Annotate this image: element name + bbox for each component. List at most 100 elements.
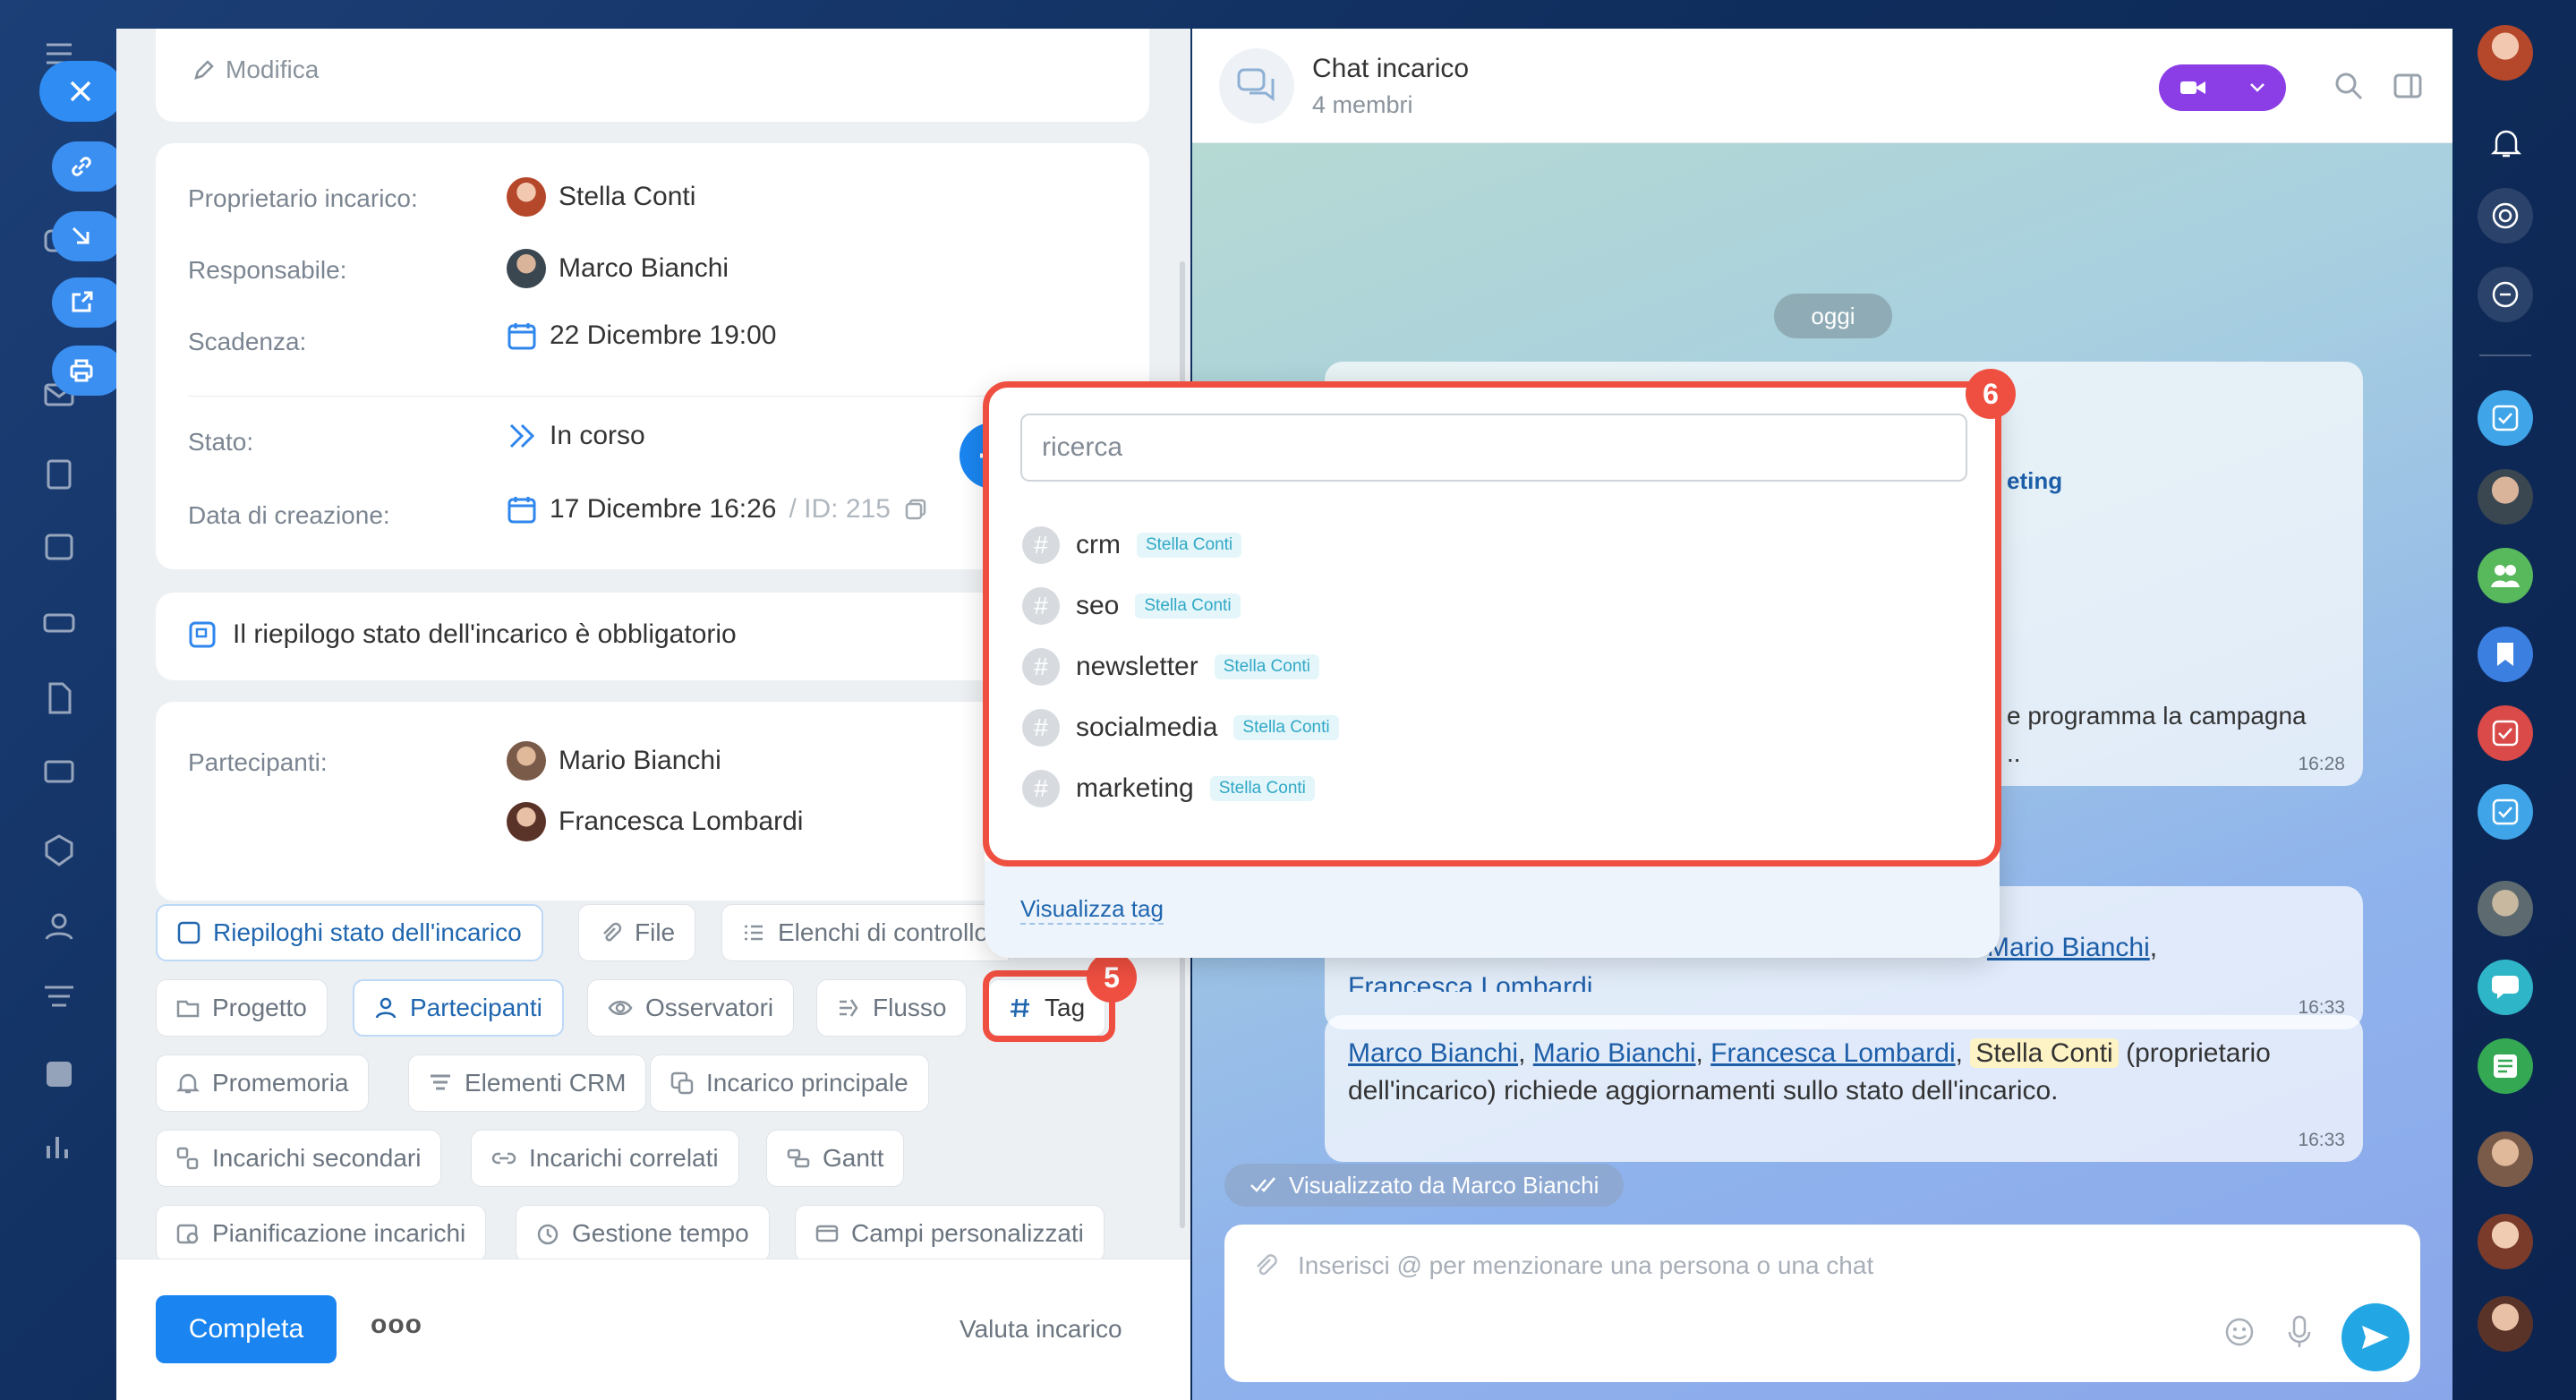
rate-task-link[interactable]: Valuta incarico: [960, 1315, 1122, 1344]
owner-value[interactable]: Stella Conti: [507, 177, 695, 217]
print-button[interactable]: [52, 346, 124, 396]
search-icon[interactable]: [2333, 70, 2365, 102]
right-sidebar: [2452, 0, 2576, 1400]
contacts-icon[interactable]: [41, 909, 79, 946]
chip-time-tracking[interactable]: Gestione tempo: [516, 1205, 770, 1262]
avatar: [507, 802, 546, 841]
avatar: [507, 741, 546, 781]
field-icon: [815, 1222, 839, 1245]
recent-chat-avatar[interactable]: [2478, 469, 2533, 525]
participant-item[interactable]: Francesca Lombardi: [507, 802, 803, 841]
chip-participants[interactable]: Partecipanti: [353, 979, 564, 1037]
mention-link[interactable]: Francesca Lombardi.: [1348, 972, 1600, 992]
message-fragment: dell'incarico) richiede aggiornamenti su…: [1348, 1076, 2059, 1105]
chip-parent-task[interactable]: Incarico principale: [650, 1054, 929, 1112]
message-time: 16:28: [2298, 754, 2345, 774]
chip-crm[interactable]: Elementi CRM: [408, 1054, 647, 1112]
mention-link[interactable]: Mario Bianchi: [1987, 933, 2150, 962]
pencil-icon: [192, 57, 217, 82]
paperclip-icon: [599, 921, 622, 944]
responsible-value[interactable]: Marco Bianchi: [507, 249, 729, 288]
chip-reminders[interactable]: Promemoria: [156, 1054, 370, 1112]
chip-project[interactable]: Progetto: [156, 979, 328, 1037]
open-channels-button[interactable]: [2478, 267, 2533, 322]
mention-self[interactable]: Stella Conti: [1970, 1038, 2119, 1068]
send-button[interactable]: [2341, 1303, 2410, 1371]
responsible-name: Marco Bianchi: [559, 253, 729, 283]
view-tags-link[interactable]: Visualizza tag: [1020, 895, 1164, 925]
chip-checklists[interactable]: Elenchi di controllo: [721, 904, 1010, 961]
summary-icon: [177, 921, 200, 944]
recent-chat[interactable]: [2478, 784, 2533, 840]
analytics-icon[interactable]: [41, 1128, 79, 1165]
chip-custom-fields[interactable]: Campi personalizzati: [795, 1205, 1105, 1262]
bell-icon: [176, 1071, 200, 1095]
complete-button[interactable]: Completa: [156, 1295, 337, 1363]
recent-chat[interactable]: [2478, 390, 2533, 446]
parent-task-icon: [670, 1071, 694, 1095]
drive-icon[interactable]: [41, 604, 79, 642]
more-button[interactable]: ooo: [371, 1310, 422, 1340]
chip-summaries[interactable]: Riepiloghi stato dell'incarico: [156, 904, 543, 961]
chat-title: Chat incarico: [1312, 54, 1470, 83]
microphone-icon[interactable]: [2286, 1314, 2313, 1350]
chip-observers[interactable]: Osservatori: [587, 979, 795, 1037]
copy-icon[interactable]: [903, 497, 928, 522]
chat-members[interactable]: 4 membri: [1312, 91, 1413, 119]
chip-subtasks[interactable]: Incarichi secondari: [156, 1130, 442, 1187]
filter-icon[interactable]: [41, 980, 79, 1018]
video-call-button[interactable]: [2159, 64, 2286, 111]
calendar-icon[interactable]: [41, 528, 79, 566]
crm-icon: [429, 1071, 452, 1095]
recent-chat[interactable]: [2478, 627, 2533, 682]
news-icon: [2492, 1053, 2519, 1080]
recent-chat-avatar[interactable]: [2478, 1296, 2533, 1352]
edit-label: Modifica: [226, 55, 320, 83]
paperclip-icon[interactable]: [1251, 1251, 1278, 1278]
chip-planning[interactable]: Pianificazione incarichi: [156, 1205, 487, 1262]
recent-chat-avatar[interactable]: [2478, 1131, 2533, 1187]
message-text: Marco Bianchi, Mario Bianchi, Francesca …: [1348, 1038, 2271, 1105]
copy-link-button[interactable]: [52, 141, 124, 192]
bell-icon[interactable]: [2490, 127, 2522, 159]
deadline-value[interactable]: 22 Dicembre 19:00: [507, 320, 776, 351]
emoji-icon[interactable]: [2223, 1316, 2256, 1348]
chip-label: Progetto: [212, 994, 307, 1021]
mention-link[interactable]: Marco Bianchi: [1348, 1038, 1518, 1068]
sidebar-toggle-icon[interactable]: [2392, 70, 2424, 102]
date-separator: oggi: [1774, 294, 1892, 338]
edit-button[interactable]: Modifica: [192, 55, 319, 84]
copilot-button[interactable]: [2478, 188, 2533, 243]
recent-chat[interactable]: [2478, 1038, 2533, 1094]
shield-icon[interactable]: [41, 832, 79, 870]
mention-link[interactable]: Mario Bianchi: [1533, 1038, 1696, 1068]
chip-gantt[interactable]: Gantt: [766, 1130, 905, 1187]
seen-by-text: Visualizzato da Marco Bianchi: [1289, 1171, 1599, 1199]
docs-icon[interactable]: [41, 680, 79, 718]
chat-icon: [2490, 974, 2521, 1001]
board-icon[interactable]: [41, 756, 79, 794]
open-new-window-button[interactable]: [52, 277, 124, 328]
recent-chat-avatar[interactable]: [2478, 1214, 2533, 1269]
recent-chat[interactable]: [2478, 705, 2533, 761]
message-input[interactable]: Inserisci @ per menzionare una persona o…: [1298, 1251, 1873, 1280]
status-label: Stato:: [188, 428, 254, 456]
tasks-icon[interactable]: [41, 1056, 79, 1094]
minimize-button[interactable]: [52, 211, 124, 261]
feed-icon[interactable]: [41, 457, 79, 494]
message-text: ..: [2007, 739, 2021, 767]
mention-link[interactable]: Francesca Lombardi: [1710, 1038, 1955, 1068]
recent-chat[interactable]: [2478, 960, 2533, 1015]
recent-chat-avatar[interactable]: [2478, 881, 2533, 936]
chip-label: Incarico principale: [706, 1069, 908, 1097]
user-avatar[interactable]: [2478, 25, 2533, 81]
seen-by-indicator: Visualizzato da Marco Bianchi: [1224, 1164, 1625, 1207]
double-check-icon: [1250, 1176, 1280, 1194]
recent-chat[interactable]: [2478, 548, 2533, 603]
participant-item[interactable]: Mario Bianchi: [507, 741, 721, 781]
chip-flow[interactable]: Flusso: [816, 979, 968, 1037]
chip-file[interactable]: File: [578, 904, 696, 961]
status-text: In corso: [550, 421, 645, 450]
chip-related[interactable]: Incarichi correlati: [471, 1130, 739, 1187]
close-button[interactable]: [39, 61, 124, 122]
